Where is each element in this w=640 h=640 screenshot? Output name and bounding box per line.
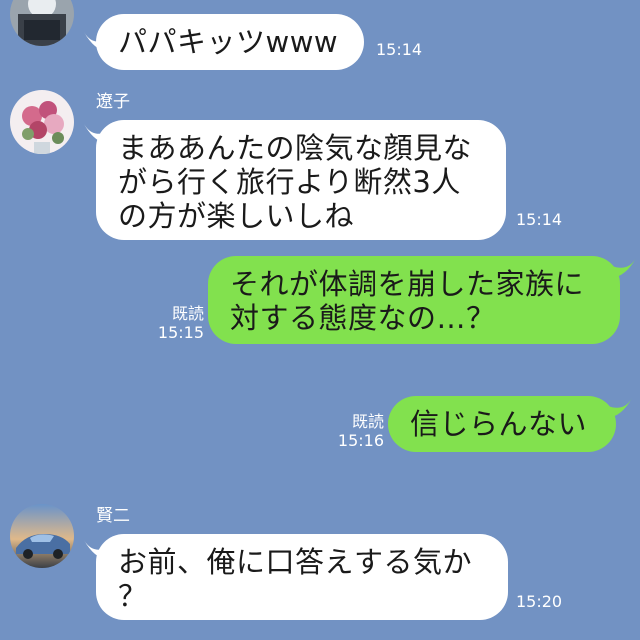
sender-name: 賢二 bbox=[96, 506, 130, 526]
message-text-line: の方が楽しいしね bbox=[118, 199, 355, 233]
message-time: 15:14 bbox=[376, 40, 423, 59]
message-bubble[interactable]: まああんたの陰気な顔見な がら行く旅行より断然3人 の方が楽しいしね bbox=[96, 120, 506, 240]
message-text-line: まああんたの陰気な顔見な bbox=[118, 131, 473, 165]
message-text-line: お前、俺に口答えする気か bbox=[118, 545, 473, 579]
read-receipt: 既読 bbox=[351, 412, 384, 431]
message-time: 15:20 bbox=[516, 592, 563, 611]
message-bubble[interactable]: それが体調を崩した家族に 対する態度なの…？ bbox=[208, 256, 620, 344]
message-text-line: それが体調を崩した家族に bbox=[230, 267, 585, 301]
message-bubble[interactable]: パパキッツwww bbox=[96, 14, 364, 70]
message-meta: 既読 15:16 bbox=[330, 412, 384, 450]
message-text-line: ？ bbox=[118, 579, 148, 613]
read-receipt: 既読 bbox=[171, 304, 204, 323]
contact-avatar-ryoko[interactable] bbox=[10, 90, 74, 154]
message-time: 15:16 bbox=[337, 431, 384, 450]
message-time: 15:14 bbox=[516, 210, 563, 229]
bubble-tail bbox=[608, 398, 632, 422]
message-bubble[interactable]: 信じらんない bbox=[388, 396, 616, 452]
message-meta: 既読 15:15 bbox=[150, 304, 204, 342]
sender-name: 遼子 bbox=[96, 92, 130, 112]
contact-avatar[interactable] bbox=[10, 0, 74, 46]
contact-avatar-kenji[interactable] bbox=[10, 504, 74, 568]
message-bubble[interactable]: お前、俺に口答えする気か ？ bbox=[96, 534, 508, 620]
message-text: 信じらんない bbox=[410, 407, 588, 441]
bubble-tail bbox=[612, 258, 636, 282]
message-text: パパキッツwww bbox=[118, 25, 339, 59]
message-text-line: 対する態度なの…？ bbox=[230, 301, 496, 335]
message-time: 15:15 bbox=[157, 323, 204, 342]
message-text-line: がら行く旅行より断然3人 bbox=[118, 165, 461, 199]
